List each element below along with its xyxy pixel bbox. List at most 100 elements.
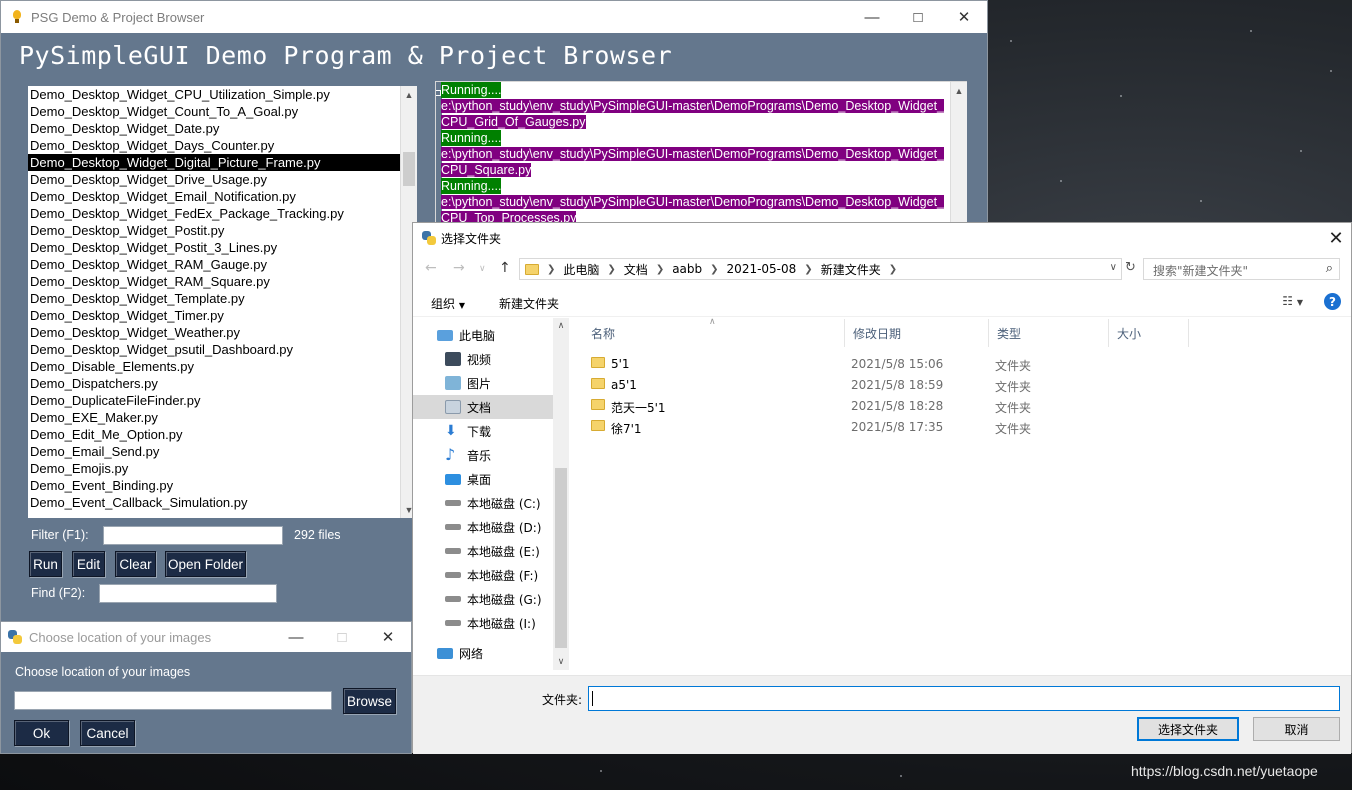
new-folder-button[interactable]: 新建文件夹 [499, 295, 559, 312]
column-name[interactable]: 名称 [583, 319, 845, 347]
back-arrow-icon[interactable]: ← [425, 260, 437, 276]
nav-item[interactable]: 视频 [413, 347, 553, 371]
close-button[interactable]: ✕ [941, 1, 987, 33]
list-item[interactable]: Demo_Disable_Elements.py [28, 358, 400, 375]
list-item[interactable]: Demo_Desktop_Widget_Weather.py [28, 324, 400, 341]
search-input[interactable]: 搜索"新建文件夹" ⌕ [1143, 258, 1340, 280]
up-arrow-icon[interactable]: ↑ [499, 260, 511, 276]
list-item[interactable]: Demo_Desktop_Widget_Timer.py [28, 307, 400, 324]
filter-input[interactable] [103, 526, 283, 545]
scroll-down-icon[interactable]: ∨ [553, 654, 569, 670]
cancel-button[interactable]: 取消 [1253, 717, 1340, 741]
list-item[interactable]: Demo_Desktop_Widget_RAM_Gauge.py [28, 256, 400, 273]
list-item[interactable]: Demo_Desktop_Widget_Days_Counter.py [28, 137, 400, 154]
maximize-button[interactable]: □ [895, 1, 941, 33]
scroll-up-icon[interactable]: ∧ [553, 318, 569, 334]
view-options-icon[interactable]: ☷ ▼ [1282, 294, 1303, 308]
folder-row[interactable]: 徐7'1 2021/5/8 17:35 文件夹 [589, 416, 1069, 437]
nav-item[interactable]: 文档 [413, 395, 553, 419]
nav-item[interactable]: 本地磁盘 (C:) [413, 491, 553, 515]
folder-row[interactable]: a5'1 2021/5/8 18:59 文件夹 [589, 374, 1069, 395]
list-item[interactable]: Demo_Desktop_Widget_Drive_Usage.py [28, 171, 400, 188]
list-item[interactable]: Demo_Desktop_Widget_Email_Notification.p… [28, 188, 400, 205]
close-icon[interactable]: ✕ [1321, 223, 1351, 253]
breadcrumb-item[interactable]: 此电脑 [563, 261, 599, 278]
image-location-input[interactable] [14, 691, 332, 710]
address-dropdown-icon[interactable]: ∨ [1110, 262, 1117, 273]
column-size[interactable]: 大小 [1109, 319, 1189, 347]
demo-file-list[interactable]: Demo_Desktop_Widget_CPU_Utilization_Simp… [28, 86, 400, 518]
address-bar[interactable]: ❯ 此电脑 ❯ 文档 ❯ aabb ❯ 2021-05-08 ❯ 新建文件夹 ❯… [519, 258, 1122, 280]
scroll-thumb[interactable] [555, 468, 567, 648]
browse-button[interactable]: Browse [343, 688, 396, 714]
clear-button[interactable]: Clear [115, 551, 156, 577]
nav-item[interactable]: 本地磁盘 (F:) [413, 563, 553, 587]
output-console[interactable]: Running.... e:\python_study\env_study\PyS… [435, 81, 967, 223]
list-item[interactable]: Demo_Desktop_Widget_Count_To_A_Goal.py [28, 103, 400, 120]
nav-item[interactable]: ⬇ 下载 [413, 419, 553, 443]
folder-row[interactable]: 范天一5'1 2021/5/8 18:28 文件夹 [589, 395, 1069, 416]
breadcrumb-separator: ❯ [888, 263, 898, 275]
list-item[interactable]: Demo_Event_Callback_Simulation.py [28, 494, 400, 511]
nav-item[interactable]: 本地磁盘 (D:) [413, 515, 553, 539]
breadcrumb-item[interactable]: 新建文件夹 [821, 261, 881, 278]
folder-name-input[interactable] [588, 686, 1340, 711]
list-item[interactable]: Demo_Desktop_Widget_RAM_Square.py [28, 273, 400, 290]
cancel-button[interactable]: Cancel [80, 720, 135, 746]
list-item[interactable]: Demo_Desktop_Widget_FedEx_Package_Tracki… [28, 205, 400, 222]
list-item[interactable]: Demo_EXE_Maker.py [28, 409, 400, 426]
help-icon[interactable]: ? [1324, 293, 1341, 310]
list-item[interactable]: Demo_Desktop_Widget_Digital_Picture_Fram… [28, 154, 400, 171]
nav-item[interactable]: ♪ 音乐 [413, 443, 553, 467]
recent-chevron-icon[interactable]: ∨ [479, 264, 486, 274]
ok-button[interactable]: Ok [14, 720, 69, 746]
desktop-icon [445, 473, 461, 485]
nav-item[interactable]: 本地磁盘 (G:) [413, 587, 553, 611]
main-titlebar[interactable]: PSG Demo & Project Browser — □ ✕ [1, 1, 987, 33]
popup-titlebar[interactable]: Choose location of your images — □ ✕ [1, 622, 411, 652]
run-button[interactable]: Run [29, 551, 62, 577]
minimize-button[interactable]: — [849, 1, 895, 33]
scroll-up-icon[interactable]: ▲ [401, 86, 417, 103]
list-item[interactable]: Demo_Desktop_Widget_Date.py [28, 120, 400, 137]
list-item[interactable]: Demo_Email_Send.py [28, 443, 400, 460]
edit-button[interactable]: Edit [72, 551, 105, 577]
folder-row[interactable]: 5'1 2021/5/8 15:06 文件夹 [589, 353, 1069, 374]
list-item[interactable]: Demo_Desktop_Widget_CPU_Utilization_Simp… [28, 86, 400, 103]
breadcrumb-item[interactable]: 2021-05-08 [727, 262, 797, 276]
forward-arrow-icon[interactable]: → [453, 260, 465, 276]
dialog-titlebar[interactable]: 选择文件夹 ✕ [413, 223, 1351, 253]
nav-item[interactable]: 本地磁盘 (I:) [413, 611, 553, 635]
breadcrumb-item[interactable]: 文档 [624, 261, 648, 278]
navigation-pane[interactable]: 此电脑 视频 图片 文档 ⬇ 下载 ♪ 音乐 桌面 本地磁盘 (C:) 本地磁盘 (D:) 本地磁盘 … [413, 318, 569, 670]
breadcrumb-item[interactable]: aabb [672, 262, 702, 276]
list-item[interactable]: Demo_Desktop_Widget_Template.py [28, 290, 400, 307]
scroll-thumb[interactable] [403, 152, 415, 186]
minimize-button[interactable]: — [273, 621, 319, 653]
column-type[interactable]: 类型 [989, 319, 1109, 347]
organize-menu[interactable]: 组织 ▼ [431, 295, 465, 312]
output-scrollbar[interactable]: ▲ [950, 82, 967, 223]
nav-item[interactable]: 网络 [413, 641, 553, 665]
column-date[interactable]: 修改日期 [845, 319, 989, 347]
list-item[interactable]: Demo_Desktop_Widget_Postit_3_Lines.py [28, 239, 400, 256]
list-item[interactable]: Demo_Desktop_Widget_psutil_Dashboard.py [28, 341, 400, 358]
list-item[interactable]: Demo_Edit_Me_Option.py [28, 426, 400, 443]
list-item[interactable]: Demo_Emojis.py [28, 460, 400, 477]
find-input[interactable] [99, 584, 277, 603]
nav-scrollbar[interactable]: ∧ ∨ [553, 318, 569, 670]
select-folder-button[interactable]: 选择文件夹 [1137, 717, 1239, 741]
list-item[interactable]: Demo_Event_Binding.py [28, 477, 400, 494]
list-item[interactable]: Demo_Desktop_Widget_Postit.py [28, 222, 400, 239]
breadcrumb-separator: ❯ [607, 263, 616, 275]
list-item[interactable]: Demo_DuplicateFileFinder.py [28, 392, 400, 409]
nav-item[interactable]: 桌面 [413, 467, 553, 491]
refresh-icon[interactable]: ↻ [1125, 260, 1136, 275]
open-folder-button[interactable]: Open Folder [165, 551, 246, 577]
nav-item[interactable]: 此电脑 [413, 323, 553, 347]
list-item[interactable]: Demo_Dispatchers.py [28, 375, 400, 392]
nav-item[interactable]: 本地磁盘 (E:) [413, 539, 553, 563]
scroll-up-icon[interactable]: ▲ [951, 82, 967, 99]
close-button[interactable]: ✕ [365, 621, 411, 653]
nav-item[interactable]: 图片 [413, 371, 553, 395]
